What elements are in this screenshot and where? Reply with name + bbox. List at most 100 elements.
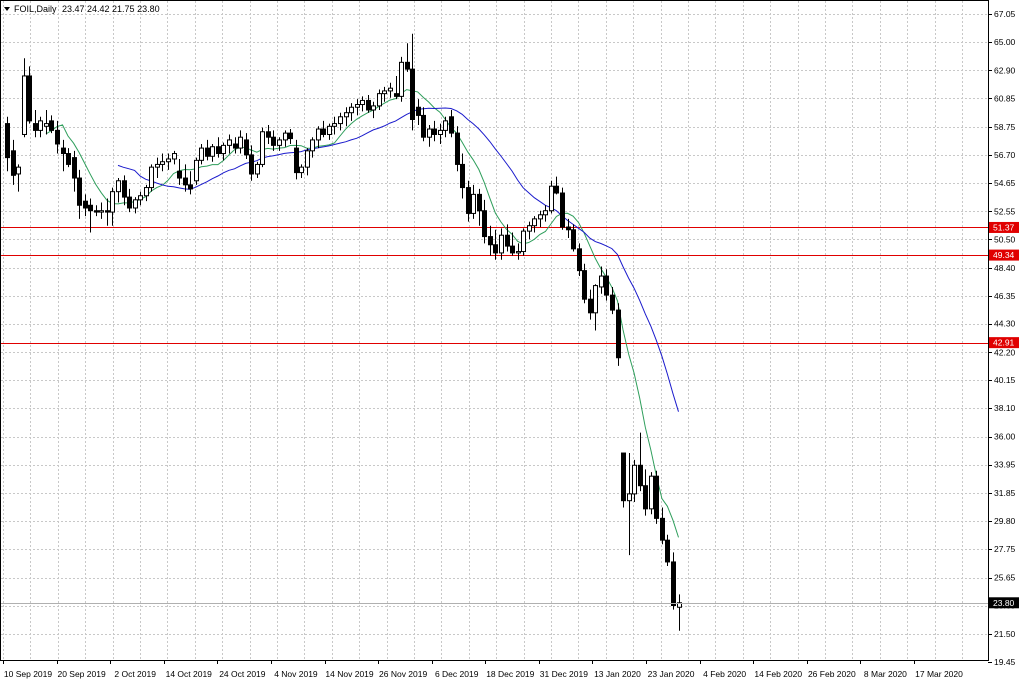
candle-body-down [410,68,415,121]
candle-body-down [266,131,271,138]
y-tick-label: 54.65 [994,178,1016,188]
candle-body-up [16,166,21,175]
y-tick-label: 21.50 [994,629,1016,639]
candle[interactable] [149,164,154,192]
candle[interactable] [654,470,659,524]
candle-body-up [199,147,204,161]
y-tick-label: 31.85 [994,488,1016,498]
candle-body-up [227,139,232,146]
x-tick-label: 20 Sep 2019 [57,669,105,679]
x-tick-label: 14 Feb 2020 [754,669,802,679]
candle[interactable] [521,228,526,256]
candle-body-down [493,244,498,254]
candle-body-up [160,161,165,165]
candle-body-down [405,61,410,70]
candle-body-up [221,144,226,155]
y-tick-label: 62.90 [994,65,1016,75]
candle-body-down [233,143,238,149]
candle-body-down [49,120,54,131]
candle-body-down [449,116,454,134]
candle[interactable] [560,187,565,230]
y-tick-label: 46.35 [994,291,1016,301]
candle-body-up [471,193,476,214]
candle-body-up [149,166,154,189]
candle-body-up [310,139,315,152]
candle-body-down [205,147,210,157]
candle-body-up [44,123,49,127]
candle-body-down [5,123,10,159]
x-tick-label: 4 Nov 2019 [274,669,318,679]
y-tick-label: 56.70 [994,150,1016,160]
candle-body-down [477,193,482,212]
candle-body-up [38,120,43,131]
candle-body-up [277,139,282,146]
x-tick-label: 14 Nov 2019 [325,669,373,679]
candle-body-down [671,561,676,607]
candle[interactable] [616,303,621,366]
candle-body-down [460,163,465,189]
x-tick-label: 14 Oct 2019 [166,669,213,679]
candle-body-up [305,150,310,168]
candle-body-up [110,191,115,213]
candle-body-up [599,275,604,288]
candle[interactable] [260,127,265,168]
x-tick-label: 26 Nov 2019 [379,669,427,679]
y-tick-label: 33.95 [994,460,1016,470]
candle-body-down [88,204,93,212]
candle[interactable] [194,157,199,185]
candle-body-down [588,298,593,314]
candle[interactable] [621,452,626,508]
candle-body-down [566,226,571,231]
candle-body-up [99,210,104,213]
x-tick-label: 17 Mar 2020 [915,669,963,679]
candle-body-up [260,131,265,165]
candle-body-up [632,464,637,495]
candle-body-up [388,87,393,92]
symbol-label: FOIL,Daily [14,4,57,14]
candle-body-up [22,75,27,135]
last-price-label: 23.80 [993,598,1015,608]
y-tick-label: 44.30 [994,319,1016,329]
candle-body-down [122,180,127,198]
candle[interactable] [649,472,654,515]
candle-body-down [271,136,276,146]
candle-body-down [505,234,510,247]
candle-body-down [72,157,77,179]
x-tick-label: 18 Dec 2019 [486,669,534,679]
candle-body-down [66,153,71,165]
candle-body-down [604,275,609,296]
candle-body-down [77,177,82,206]
candle-body-down [432,128,437,135]
x-tick-label: 2 Oct 2019 [114,669,156,679]
candle-body-up [116,180,121,193]
candle-body-up [332,123,337,127]
candle-body-up [138,195,143,201]
plot-area-border [0,0,989,661]
candle-body-down [177,170,182,179]
candle-body-down [216,146,221,155]
candle-body-down [654,475,659,519]
candle-body-down [610,294,615,311]
candle-body-up [133,199,138,209]
candle-body-down [83,200,88,209]
candle[interactable] [455,126,460,172]
candle-body-up [355,104,360,108]
candle-body-up [255,163,260,175]
candle-body-up [238,136,243,149]
candle-body-up [527,225,532,232]
x-tick-label: 23 Jan 2020 [648,669,695,679]
level-badge-label: 51.37 [993,222,1015,232]
candle-body-down [554,185,559,194]
x-tick-label: 24 Oct 2019 [219,669,266,679]
candle-body-down [27,75,32,122]
y-tick-label: 25.65 [994,573,1016,583]
candle[interactable] [399,56,404,102]
candle-body-down [321,128,326,135]
candle-body-up [194,159,199,182]
candle-body-up [521,230,526,253]
x-tick-label: 4 Feb 2020 [703,669,746,679]
candle-body-up [499,234,504,254]
y-tick-label: 19.45 [994,657,1016,667]
candle-body-up [349,106,354,114]
candle-body-down [665,539,670,563]
